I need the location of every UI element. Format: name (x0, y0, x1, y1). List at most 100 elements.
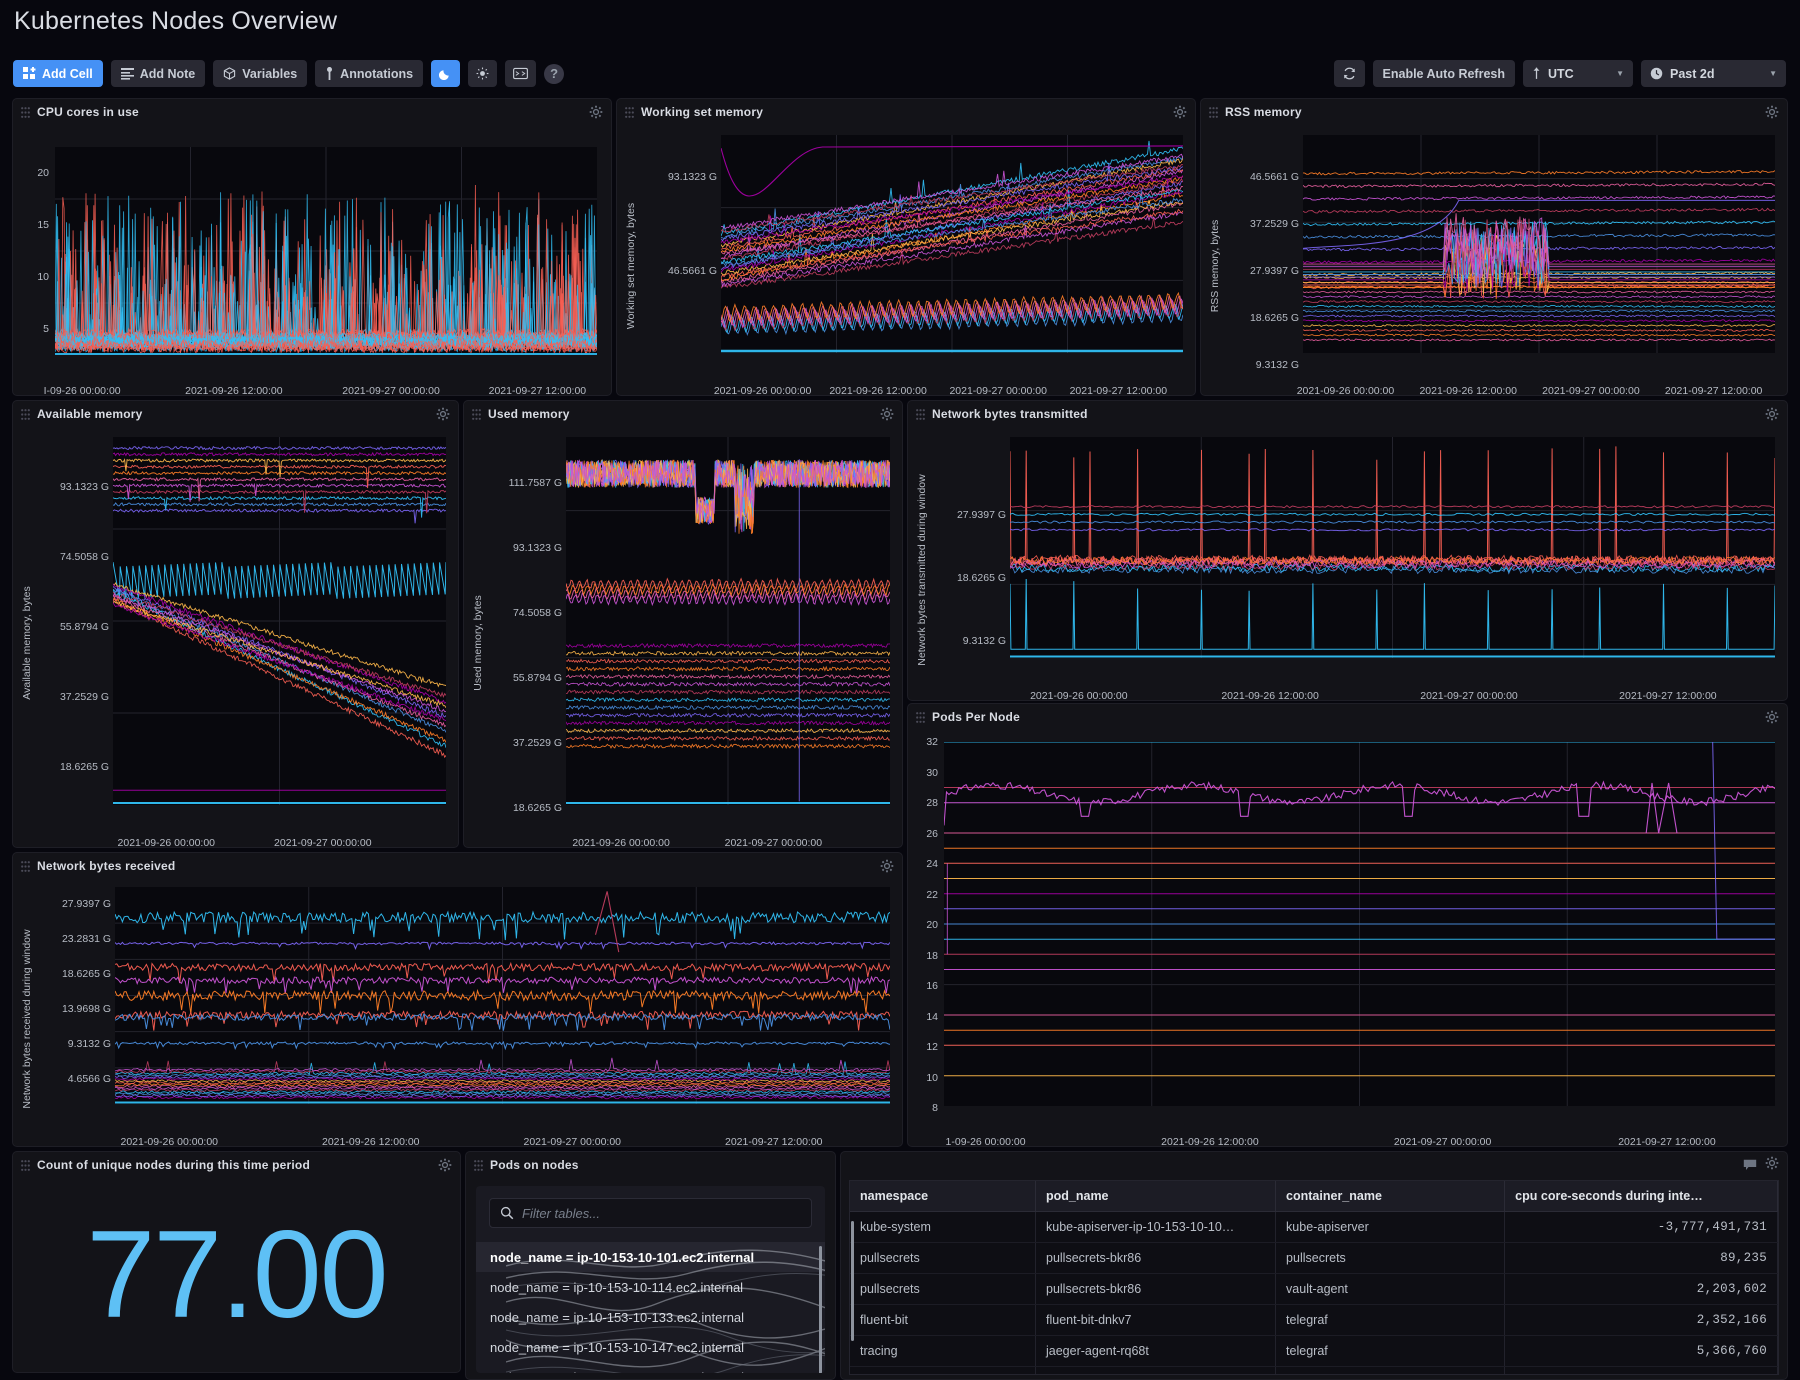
page-title: Kubernetes Nodes Overview (14, 7, 337, 36)
drag-handle-icon[interactable] (21, 107, 30, 118)
filter-tables-input[interactable] (522, 1206, 801, 1221)
drag-handle-icon[interactable] (472, 409, 481, 420)
gear-icon[interactable] (1765, 1156, 1779, 1170)
drag-handle-icon[interactable] (21, 861, 30, 872)
cell-header: Count of unique nodes during this time p… (13, 1152, 460, 1178)
gear-icon[interactable] (438, 1158, 452, 1172)
y-tick: 30 (926, 767, 938, 779)
table-cell: fluent-bit-dnkv7 (1036, 1367, 1276, 1376)
cell-cpu-cores-in-use[interactable]: CPU cores in use 20 15 10 (12, 98, 612, 396)
note-lines-icon (121, 67, 134, 80)
table-row[interactable]: pullsecretspullsecrets-bkr86vault-agent2… (850, 1274, 1778, 1305)
chart-network-bytes-received: Network bytes received during window 27.… (13, 879, 902, 1146)
drag-handle-icon[interactable] (1209, 107, 1218, 118)
gear-icon[interactable] (1765, 710, 1779, 724)
node-name-list[interactable]: node_name = ip-10-153-10-101.ec2.interna… (476, 1242, 825, 1373)
drag-handle-icon[interactable] (474, 1160, 483, 1171)
table-row[interactable]: tracingjaeger-agent-rq68ttelegraf5,366,7… (850, 1336, 1778, 1367)
timezone-arrow-icon (1532, 67, 1541, 80)
gear-icon[interactable] (436, 407, 450, 421)
table-column-header[interactable]: namespace (850, 1181, 1036, 1212)
cell-title: CPU cores in use (37, 105, 139, 119)
search-icon (500, 1206, 514, 1220)
gear-icon[interactable] (1765, 407, 1779, 421)
cube-icon (223, 67, 236, 80)
drag-handle-icon[interactable] (21, 409, 30, 420)
y-tick: 18.6265 G (513, 802, 562, 814)
node-list-item[interactable]: node_name = ip-10-153-10-114.ec2.interna… (476, 1272, 825, 1302)
dashboard-toolbar-right: Enable Auto Refresh UTC ▼ Past 2d ▼ (1334, 60, 1786, 87)
node-list-item[interactable]: node_name = ip-10-153-10-101.ec2.interna… (476, 1242, 825, 1272)
cell-pods-table[interactable]: namespacepod_namecontainer_namecpu core-… (840, 1151, 1788, 1380)
cell-used-memory[interactable]: Used memory Used memory, bytes 111.7587 … (463, 400, 903, 848)
drag-handle-icon[interactable] (625, 107, 634, 118)
cell-pods-on-nodes[interactable]: Pods on nodes node_name = ip-10-153-10-1… (465, 1151, 836, 1380)
x-tick: 2021-09-26 00:00:00 (714, 385, 812, 396)
timezone-select[interactable]: UTC ▼ (1523, 60, 1633, 87)
gear-icon[interactable] (589, 105, 603, 119)
drag-handle-icon[interactable] (916, 712, 925, 723)
filter-tables-box[interactable] (489, 1198, 812, 1228)
table-cell: fluent-bit (850, 1367, 1036, 1376)
annotations-button[interactable]: Annotations (315, 60, 423, 87)
node-list-item[interactable]: node_name = ip-10-153-10-168.ec2.interna… (476, 1362, 825, 1373)
table-row[interactable]: kube-systemkube-apiserver-ip-10-153-10-1… (850, 1212, 1778, 1243)
cell-rss-memory[interactable]: RSS memory RSS memory, bytes 46.5661 G 3… (1200, 98, 1788, 396)
table-cell: pullsecrets (1276, 1243, 1505, 1274)
y-tick: 9.3132 G (963, 635, 1006, 647)
table-cell: pullsecrets (850, 1243, 1036, 1274)
table-cell: kube-apiserver (1276, 1212, 1505, 1243)
refresh-button[interactable] (1334, 60, 1365, 87)
add-note-button[interactable]: Add Note (111, 60, 206, 87)
y-tick: 74.5058 G (60, 551, 109, 563)
pods-table-wrapper[interactable]: namespacepod_namecontainer_namecpu core-… (849, 1180, 1779, 1375)
single-stat: 77.00 (13, 1178, 460, 1372)
cell-title: Count of unique nodes during this time p… (37, 1158, 310, 1172)
drag-handle-icon[interactable] (21, 1160, 30, 1171)
table-row[interactable]: fluent-bitfluent-bit-dnkv7telegraf2,352,… (850, 1305, 1778, 1336)
x-tick: 2021-09-27 00:00:00 (725, 837, 823, 848)
node-list-item[interactable]: node_name = ip-10-153-10-133.ec2.interna… (476, 1302, 825, 1332)
gear-icon[interactable] (1173, 105, 1187, 119)
table-column-header[interactable]: cpu core-seconds during inte… (1505, 1181, 1778, 1212)
y-tick: 111.7587 G (509, 477, 562, 489)
table-cell: fluent-bit-dnkv7 (1036, 1305, 1276, 1336)
table-column-header[interactable]: container_name (1276, 1181, 1505, 1212)
presentation-mode-button[interactable] (505, 60, 536, 87)
drag-handle-icon[interactable] (916, 409, 925, 420)
time-range-select[interactable]: Past 2d ▼ (1641, 60, 1786, 87)
chart-working-set-memory: Working set memory, bytes 93.1323 G 46.5… (617, 125, 1195, 395)
node-list-scrollbar[interactable] (819, 1246, 822, 1373)
y-tick: 27.9397 G (1250, 265, 1299, 277)
cell-network-bytes-transmitted[interactable]: Network bytes transmitted Network bytes … (907, 400, 1788, 701)
cell-pods-per-node[interactable]: Pods Per Node 3230282624222018161412108 … (907, 703, 1788, 1147)
note-icon[interactable] (1743, 1159, 1757, 1171)
light-mode-toggle[interactable] (468, 60, 497, 87)
node-list-item[interactable]: node_name = ip-10-153-10-147.ec2.interna… (476, 1332, 825, 1362)
annotations-label: Annotations (340, 67, 413, 81)
cell-network-bytes-received[interactable]: Network bytes received Network bytes rec… (12, 852, 903, 1147)
chevron-down-icon: ▼ (1616, 69, 1624, 78)
cell-working-set-memory[interactable]: Working set memory Working set memory, b… (616, 98, 1196, 396)
dark-mode-toggle[interactable] (431, 60, 460, 87)
gear-icon[interactable] (880, 859, 894, 873)
variables-button[interactable]: Variables (213, 60, 307, 87)
add-cell-button[interactable]: Add Cell (13, 60, 103, 87)
table-column-header[interactable]: pod_name (1036, 1181, 1276, 1212)
table-row[interactable]: fluent-bitfluent-bit-dnkv7fluent-bit7,48… (850, 1367, 1778, 1376)
table-row[interactable]: pullsecretspullsecrets-bkr86pullsecrets8… (850, 1243, 1778, 1274)
chart-network-bytes-transmitted: Network bytes transmitted during window … (908, 427, 1787, 700)
table-cell: jaeger-agent-rq68t (1036, 1336, 1276, 1367)
y-tick: 18 (926, 950, 938, 962)
y-tick: 20 (37, 167, 49, 179)
gear-icon[interactable] (880, 407, 894, 421)
auto-refresh-button[interactable]: Enable Auto Refresh (1373, 60, 1515, 87)
moon-icon (439, 67, 452, 80)
gear-icon[interactable] (1765, 105, 1779, 119)
cell-count-of-unique-nodes[interactable]: Count of unique nodes during this time p… (12, 1151, 461, 1373)
x-tick: 2021-09-26 00:00:00 (1030, 690, 1128, 701)
cell-available-memory[interactable]: Available memory Available memory, bytes… (12, 400, 459, 848)
table-scrollbar[interactable] (851, 1221, 854, 1341)
cell-header: Used memory (464, 401, 902, 427)
help-button[interactable]: ? (544, 64, 564, 84)
